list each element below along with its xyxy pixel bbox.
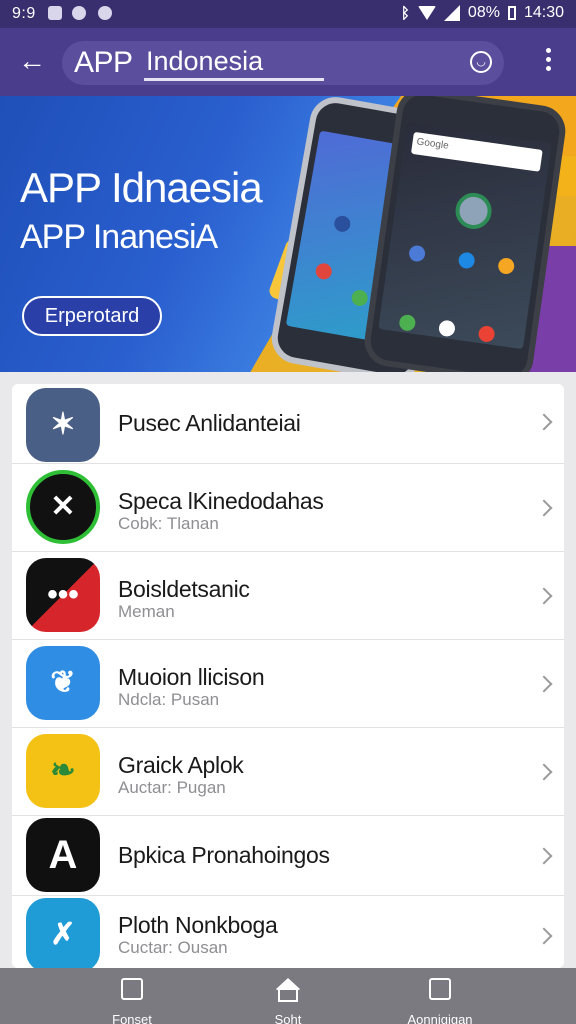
wifi-icon [417,6,436,20]
app-name: Speca lKinedodahas [118,488,324,514]
status-bar: 9:9 ᛒ 08% 14:30 [0,0,576,28]
list-item[interactable]: A Bpkica Pronahoingos [12,816,564,896]
cyan-arrow-icon: ✗ [26,898,100,968]
app-toolbar: ← APP ◡ [0,28,576,96]
messenger-icon [98,6,112,20]
voice-search-icon[interactable]: ◡ [470,51,492,73]
app-list: ✶ Pusec Anlidanteiai ✕ Speca lKinedodaha… [12,384,564,968]
bluetooth-icon: ᛒ [400,4,410,22]
bottom-navigation: Fonset Soht Aonnigigan [0,968,576,1024]
a-logo-icon: A [26,818,100,892]
app-name: Ploth Nonkboga [118,912,278,938]
overflow-menu-icon[interactable] [546,48,552,76]
app-name: Graick Aplok [118,752,244,778]
chevron-right-icon [535,927,553,945]
chevron-right-icon [535,587,553,605]
battery-icon [507,6,516,20]
square-icon [121,978,143,1000]
x-logo-icon: ✕ [26,470,100,544]
search-bar[interactable]: APP ◡ [62,41,504,85]
home-icon [275,978,301,990]
app-name: Pusec Anlidanteiai [118,410,301,436]
promo-banner[interactable]: ⌂ Google APP Idnaesia APP InanesiA Erper… [0,96,576,372]
list-item[interactable]: ❦ Muoion llicison Ndcla: Pusan [12,640,564,728]
status-time: 9:9 [12,5,36,22]
signal-icon [443,5,460,21]
blue-leaf-icon: ❦ [26,646,100,720]
app-subtitle: Cuctar: Ousan [118,938,228,957]
compass-icon: ✶ [26,388,100,462]
notification-icon [72,6,86,20]
chevron-right-icon [535,413,553,431]
notification-icon [48,6,62,20]
yellow-leaf-icon: ❧ [26,734,100,808]
banner-headline: APP Idnaesia [20,164,263,211]
back-arrow-icon[interactable]: ← [16,46,48,78]
app-name: Muoion llicison [118,664,265,690]
search-input[interactable] [144,45,324,81]
nav-item-aonnigigan[interactable]: Aonnigigan [380,968,500,1024]
status-clock: 14:30 [523,4,564,21]
app-subtitle: Ndcla: Pusan [118,690,220,709]
nav-label: Aonnigigan [407,1012,473,1024]
red-face-icon: ••• [26,558,100,632]
chevron-right-icon [535,675,553,693]
battery-percent: 08% [467,4,500,21]
nav-item-soht[interactable]: Soht [228,968,348,1024]
list-item[interactable]: ✕ Speca lKinedodahas Cobk: Tlanan [12,464,564,552]
banner-explore-button[interactable]: Erperotard [22,296,162,336]
app-subtitle: Auctar: Pugan [118,778,226,797]
list-item[interactable]: ✶ Pusec Anlidanteiai [12,384,564,464]
app-subtitle: Cobk: Tlanan [118,514,219,533]
nav-label: Soht [274,1012,302,1024]
gallery-icon [429,978,451,1000]
nav-item-fonset[interactable]: Fonset [72,968,192,1024]
list-item[interactable]: ••• Boisldetsanic Meman [12,552,564,640]
chevron-right-icon [535,763,553,781]
list-item[interactable]: ✗ Ploth Nonkboga Cuctar: Ousan [12,896,564,968]
banner-subheadline: APP InanesiA [20,218,218,256]
chevron-right-icon [535,499,553,517]
nav-label: Fonset [112,1012,152,1024]
toolbar-title: APP [74,46,133,79]
app-subtitle: Meman [118,602,175,621]
app-name: Boisldetsanic [118,576,250,602]
chevron-right-icon [535,847,553,865]
list-item[interactable]: ❧ Graick Aplok Auctar: Pugan [12,728,564,816]
app-name: Bpkica Pronahoingos [118,842,330,868]
phone-search-bar: Google [410,131,543,172]
